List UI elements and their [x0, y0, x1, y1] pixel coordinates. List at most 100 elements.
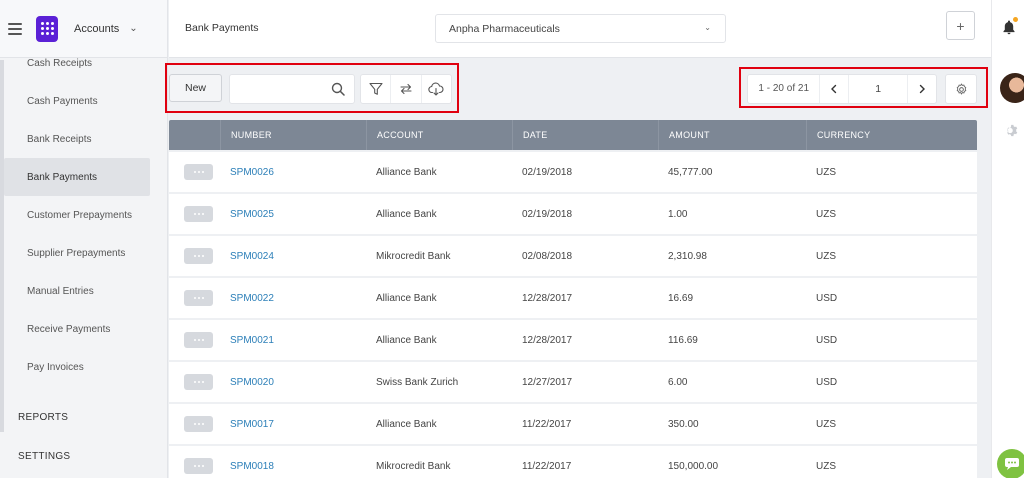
search-icon[interactable] [331, 82, 345, 99]
table-row[interactable]: SPM0018 Mikrocredit Bank 11/22/2017 150,… [169, 446, 977, 478]
sidebar-section-reports[interactable]: REPORTS [18, 412, 68, 423]
cell-amount: 16.69 [668, 292, 694, 304]
cell-amount: 150,000.00 [668, 460, 719, 472]
table-row[interactable]: SPM0020 Swiss Bank Zurich 12/27/2017 6.0… [169, 362, 977, 402]
document-number-link[interactable]: SPM0017 [230, 419, 274, 430]
cell-number: SPM0021 [220, 320, 366, 360]
document-number-link[interactable]: SPM0025 [230, 209, 274, 220]
table-settings-button[interactable] [945, 74, 977, 104]
page-count: 1 - 20 of 21 [748, 75, 821, 103]
new-button[interactable]: New [169, 74, 222, 102]
module-switcher[interactable]: Accounts [74, 23, 119, 35]
cell-number: SPM0018 [220, 446, 366, 478]
cell-date: 12/28/2017 [522, 292, 573, 304]
next-page-button[interactable] [907, 75, 936, 103]
cell-currency: USD [816, 334, 838, 346]
row-actions-button[interactable] [184, 458, 213, 474]
cell-date: 02/19/2018 [522, 208, 573, 220]
sidebar-item-supplier-prepayments[interactable]: Supplier Prepayments [4, 234, 150, 272]
column-header-currency[interactable]: CURRENCY [806, 120, 966, 150]
cloud-download-icon [428, 82, 444, 96]
cell-date: 12/27/2017 [522, 376, 573, 388]
sidebar-item-cash-receipts[interactable]: Cash Receipts [4, 46, 150, 82]
company-select-value: Anpha Pharmaceuticals [449, 22, 560, 35]
row-actions-button[interactable] [184, 164, 213, 180]
right-rail [991, 0, 1024, 478]
row-actions-button[interactable] [184, 206, 213, 222]
column-header-amount[interactable]: AMOUNT [658, 120, 806, 150]
sidebar-item-bank-receipts[interactable]: Bank Receipts [4, 120, 150, 158]
table-row[interactable]: SPM0017 Alliance Bank 11/22/2017 350.00 … [169, 404, 977, 444]
document-number-link[interactable]: SPM0021 [230, 335, 274, 346]
document-number-link[interactable]: SPM0022 [230, 293, 274, 304]
row-actions-cell [169, 404, 220, 444]
cell-account: Alliance Bank [376, 334, 437, 346]
row-actions-cell [169, 446, 220, 478]
cell-account: Alliance Bank [376, 292, 437, 304]
sidebar-item-cash-payments[interactable]: Cash Payments [4, 82, 150, 120]
document-number-link[interactable]: SPM0026 [230, 167, 274, 178]
chat-button[interactable] [997, 449, 1024, 478]
cell-currency: USD [816, 376, 838, 388]
cell-amount: 350.00 [668, 418, 699, 430]
row-actions-button[interactable] [184, 248, 213, 264]
table-row[interactable]: SPM0024 Mikrocredit Bank 02/08/2018 2,31… [169, 236, 977, 276]
cell-currency: UZS [816, 166, 836, 178]
row-actions-cell [169, 236, 220, 276]
cell-currency: USD [816, 292, 838, 304]
cell-currency: UZS [816, 418, 836, 430]
bell-icon[interactable] [1003, 20, 1015, 38]
table-row[interactable]: SPM0025 Alliance Bank 02/19/2018 1.00 UZ… [169, 194, 977, 234]
swap-icon [400, 83, 412, 95]
row-actions-button[interactable] [184, 374, 213, 390]
cell-date: 11/22/2017 [522, 418, 572, 430]
select-column-header [169, 120, 220, 150]
cell-amount: 116.69 [668, 334, 698, 346]
chevron-down-icon[interactable]: ⌄ [129, 23, 137, 34]
page-number-input[interactable] [849, 75, 908, 103]
document-number-link[interactable]: SPM0024 [230, 251, 274, 262]
cell-account: Mikrocredit Bank [376, 250, 451, 262]
column-header-account[interactable]: ACCOUNT [366, 120, 512, 150]
sidebar-item-customer-prepayments[interactable]: Customer Prepayments [4, 196, 150, 234]
page-title: Bank Payments [185, 22, 259, 34]
cell-currency: UZS [816, 460, 836, 472]
cell-number: SPM0022 [220, 278, 366, 318]
sidebar-section-settings[interactable]: SETTINGS [18, 451, 70, 462]
prev-page-button[interactable] [820, 75, 850, 103]
document-number-link[interactable]: SPM0020 [230, 377, 274, 388]
avatar[interactable] [1000, 73, 1024, 103]
download-button[interactable] [422, 75, 451, 103]
row-actions-button[interactable] [184, 416, 213, 432]
gear-icon [956, 83, 966, 94]
sidebar-item-pay-invoices[interactable]: Pay Invoices [4, 348, 150, 386]
row-actions-cell [169, 152, 220, 192]
search-input[interactable] [230, 75, 325, 103]
row-actions-cell [169, 320, 220, 360]
cell-account: Swiss Bank Zurich [376, 376, 459, 388]
row-actions-cell [169, 278, 220, 318]
sidebar-item-manual-entries[interactable]: Manual Entries [4, 272, 150, 310]
table-row[interactable]: SPM0022 Alliance Bank 12/28/2017 16.69 U… [169, 278, 977, 318]
cell-amount: 1.00 [668, 208, 688, 220]
sidebar-item-bank-payments[interactable]: Bank Payments [4, 158, 150, 196]
column-header-date[interactable]: DATE [512, 120, 658, 150]
swap-button[interactable] [391, 75, 422, 103]
row-actions-button[interactable] [184, 332, 213, 348]
column-header-number[interactable]: NUMBER [220, 120, 366, 150]
cell-amount: 45,777.00 [668, 166, 713, 178]
notification-dot [1013, 17, 1018, 22]
gear-icon[interactable] [1005, 123, 1020, 141]
company-select[interactable]: Anpha Pharmaceuticals ⌄ [435, 14, 726, 43]
sidebar-nav: Cash Receipts Cash Payments Bank Receipt… [4, 58, 150, 386]
app-logo-icon[interactable] [36, 15, 58, 42]
row-actions-button[interactable] [184, 290, 213, 306]
add-button[interactable]: + [946, 11, 975, 40]
sidebar-item-receive-payments[interactable]: Receive Payments [4, 310, 150, 348]
chevron-right-icon [919, 84, 926, 94]
menu-icon[interactable] [8, 22, 22, 35]
filter-button[interactable] [361, 75, 392, 103]
table-row[interactable]: SPM0026 Alliance Bank 02/19/2018 45,777.… [169, 152, 977, 192]
table-row[interactable]: SPM0021 Alliance Bank 12/28/2017 116.69 … [169, 320, 977, 360]
document-number-link[interactable]: SPM0018 [230, 461, 274, 472]
